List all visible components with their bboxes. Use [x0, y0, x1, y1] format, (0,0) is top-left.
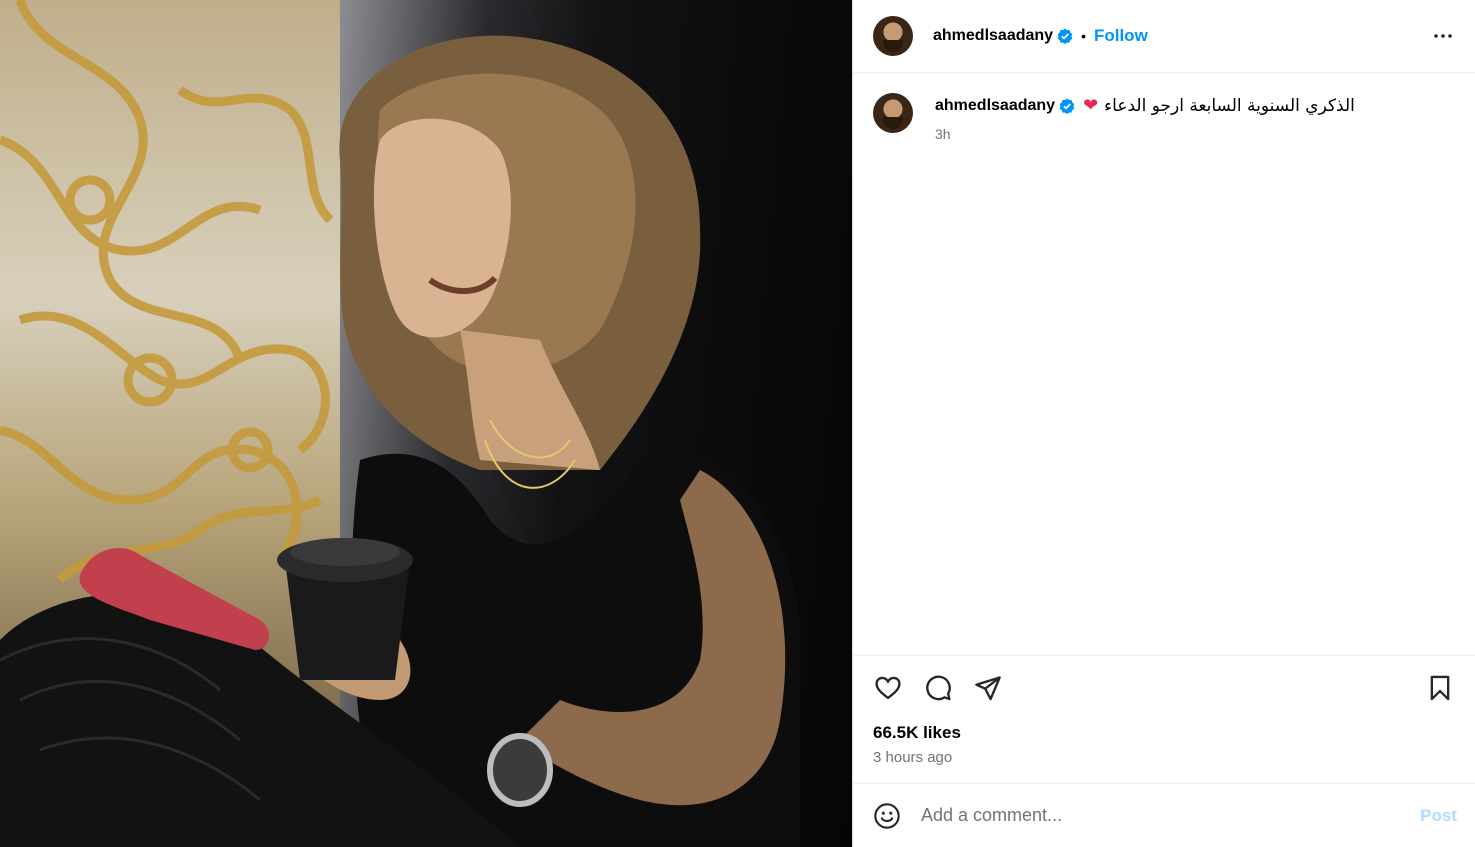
window-grille [0, 0, 334, 584]
caption-username[interactable]: ahmedlsaadany [935, 97, 1055, 115]
verified-badge-icon [1059, 98, 1075, 114]
post-side-panel: ahmedlsaadany • Follow ahmedlsaadany ❤ ا… [852, 0, 1475, 847]
bookmark-icon[interactable] [1423, 671, 1457, 705]
caption-text: الذكري السنوية السابعة ارجو الدعاء [1104, 95, 1355, 116]
comment-bar: Post [853, 783, 1475, 847]
likes-count[interactable]: 66.5K likes [873, 723, 1457, 743]
comment-input[interactable] [921, 805, 1421, 826]
post-header: ahmedlsaadany • Follow [853, 0, 1475, 73]
post-comment-button[interactable]: Post [1420, 806, 1457, 826]
author-username[interactable]: ahmedlsaadany [933, 27, 1053, 45]
share-icon[interactable] [971, 671, 1005, 705]
caption-body: ahmedlsaadany ❤ الذكري السنوية السابعة ا… [935, 93, 1355, 142]
author-avatar[interactable] [873, 16, 913, 56]
emoji-icon[interactable] [871, 800, 903, 832]
more-options-icon[interactable] [1431, 24, 1455, 48]
caption-row: ahmedlsaadany ❤ الذكري السنوية السابعة ا… [873, 93, 1455, 142]
instagram-post-modal: ahmedlsaadany • Follow ahmedlsaadany ❤ ا… [0, 0, 1475, 847]
post-time-ago[interactable]: 3 hours ago [873, 749, 1457, 766]
caption-avatar[interactable] [873, 93, 913, 133]
comment-icon[interactable] [921, 671, 955, 705]
photo-scene [0, 0, 800, 847]
wrist-watch [487, 733, 553, 807]
caption-line: ahmedlsaadany ❤ الذكري السنوية السابعة ا… [935, 95, 1355, 116]
follow-button[interactable]: Follow [1094, 26, 1148, 46]
caption-timestamp[interactable]: 3h [935, 126, 1355, 142]
post-photo[interactable] [0, 0, 852, 847]
caption-heart-emoji: ❤ [1083, 95, 1099, 115]
coffee-lid-top [290, 538, 400, 566]
caption-area: ahmedlsaadany ❤ الذكري السنوية السابعة ا… [853, 73, 1475, 655]
heart-icon[interactable] [871, 671, 905, 705]
header-separator: • [1081, 28, 1086, 44]
verified-badge-icon [1057, 28, 1073, 44]
post-actions: 66.5K likes 3 hours ago [853, 655, 1475, 783]
action-icon-row [871, 670, 1457, 706]
